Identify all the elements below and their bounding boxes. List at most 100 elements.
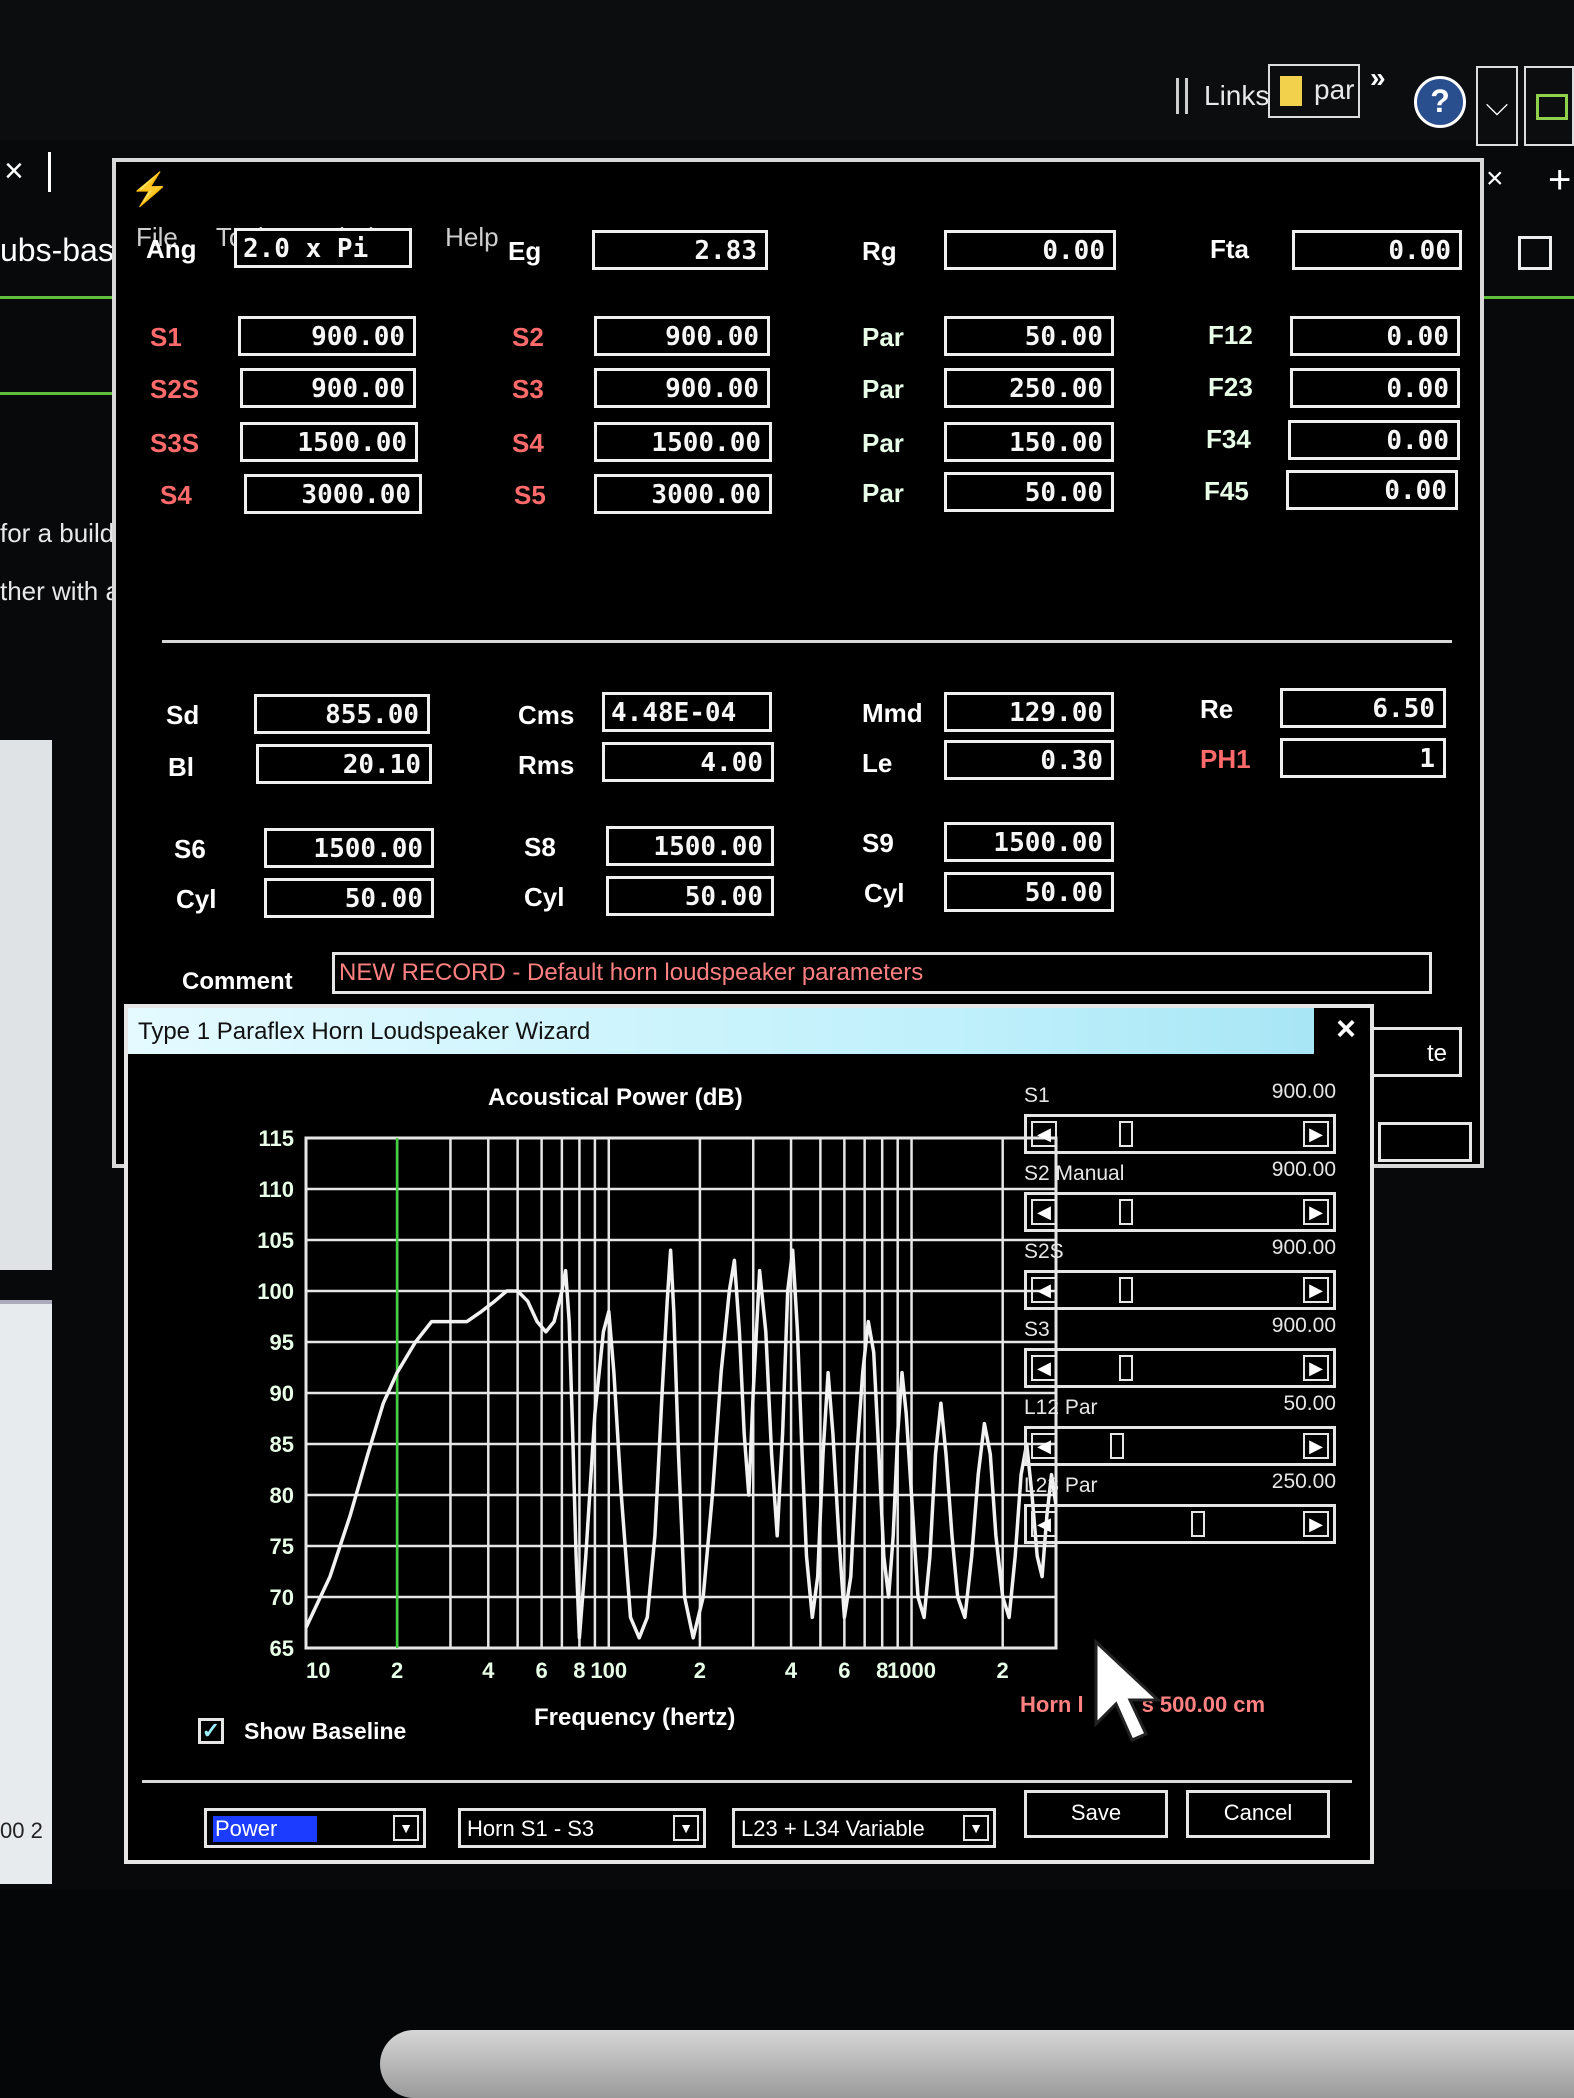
field-bl[interactable]: 20.10 <box>256 744 432 784</box>
x-tick-label: 8 <box>573 1658 585 1683</box>
label-par-23: Par <box>862 374 904 404</box>
field-par-45[interactable]: 50.00 <box>944 472 1114 512</box>
field-eg[interactable]: 2.83 <box>592 230 768 270</box>
field-par-23[interactable]: 250.00 <box>944 368 1114 408</box>
field-f12[interactable]: 0.00 <box>1290 316 1460 356</box>
field-f45[interactable]: 0.00 <box>1286 470 1458 510</box>
window-close-icon[interactable]: × <box>1486 162 1504 196</box>
slider-track[interactable]: ◀ ▶ <box>1024 1348 1336 1388</box>
paraflex-wizard-dialog: Type 1 Paraflex Horn Loudspeaker Wizard … <box>124 1004 1374 1864</box>
label-mmd: Mmd <box>862 698 923 728</box>
field-s4[interactable]: 1500.00 <box>594 422 772 462</box>
field-cyl-9[interactable]: 50.00 <box>944 872 1114 912</box>
slider-track[interactable]: ◀ ▶ <box>1024 1504 1336 1544</box>
field-s9[interactable]: 1500.00 <box>944 822 1114 862</box>
arrow-right-icon[interactable]: ▶ <box>1303 1511 1329 1537</box>
field-s1[interactable]: 900.00 <box>238 316 416 356</box>
slider-thumb[interactable] <box>1119 1199 1134 1225</box>
field-par-12[interactable]: 50.00 <box>944 316 1114 356</box>
arrow-right-icon[interactable]: ▶ <box>1303 1121 1329 1147</box>
field-f34[interactable]: 0.00 <box>1288 420 1460 460</box>
field-s3s[interactable]: 1500.00 <box>240 422 418 462</box>
arrow-left-icon[interactable]: ◀ <box>1031 1277 1057 1303</box>
arrow-left-icon[interactable]: ◀ <box>1031 1199 1057 1225</box>
field-le[interactable]: 0.30 <box>944 740 1114 780</box>
new-tab-icon[interactable]: + <box>1548 158 1571 203</box>
links-label: Links <box>1204 80 1270 111</box>
slider-thumb[interactable] <box>1190 1511 1205 1537</box>
label-fta: Fta <box>1210 234 1249 264</box>
slider-track[interactable]: ◀ ▶ <box>1024 1270 1336 1310</box>
field-s6[interactable]: 1500.00 <box>264 828 434 868</box>
field-f23[interactable]: 0.00 <box>1290 368 1460 408</box>
cast-icon[interactable] <box>1518 236 1552 270</box>
bookmark-par[interactable]: par <box>1268 64 1360 118</box>
dialog-titlebar[interactable]: Type 1 Paraflex Horn Loudspeaker Wizard <box>128 1008 1314 1054</box>
field-sd[interactable]: 855.00 <box>254 694 430 734</box>
dropdown-arrow-icon[interactable]: ▼ <box>963 1815 989 1841</box>
field-s5[interactable]: 3000.00 <box>594 474 772 514</box>
x-tick-label: 100 <box>590 1658 627 1683</box>
field-rg[interactable]: 0.00 <box>944 230 1116 270</box>
show-baseline-checkbox[interactable]: ✓ <box>198 1718 224 1744</box>
slider-thumb[interactable] <box>1119 1121 1134 1147</box>
chevron-down-icon[interactable]: ⌵ <box>1476 66 1518 146</box>
tab-close-icon[interactable]: × <box>4 152 24 191</box>
x-tick-label: 4 <box>785 1658 798 1683</box>
tab-title[interactable]: ubs-bass <box>0 232 130 269</box>
dropdown-arrow-icon[interactable]: ▼ <box>393 1815 419 1841</box>
arrow-right-icon[interactable]: ▶ <box>1303 1355 1329 1381</box>
slider-track[interactable]: ◀ ▶ <box>1024 1114 1336 1154</box>
arrow-right-icon[interactable]: ▶ <box>1303 1433 1329 1459</box>
cancel-button[interactable]: Cancel <box>1186 1790 1330 1838</box>
field-cyl-8[interactable]: 50.00 <box>606 876 774 916</box>
y-tick-label: 75 <box>270 1534 294 1559</box>
arrow-left-icon[interactable]: ◀ <box>1031 1511 1057 1537</box>
arrow-right-icon[interactable]: ▶ <box>1303 1199 1329 1225</box>
field-rms[interactable]: 4.00 <box>602 742 774 782</box>
close-icon[interactable]: × <box>1324 1010 1368 1050</box>
field-ph1[interactable]: 1 <box>1280 738 1446 778</box>
hidden-button-2[interactable] <box>1378 1122 1472 1162</box>
chevron-overflow-icon[interactable]: » <box>1370 62 1386 94</box>
label-s3: S3 <box>512 374 544 404</box>
dropdown-arrow-icon[interactable]: ▼ <box>673 1815 699 1841</box>
slider-track[interactable]: ◀ ▶ <box>1024 1426 1336 1466</box>
field-s4b[interactable]: 3000.00 <box>244 474 422 514</box>
field-par-34[interactable]: 150.00 <box>944 422 1114 462</box>
field-s3[interactable]: 900.00 <box>594 368 770 408</box>
slider-label: L23 Par <box>1024 1474 1098 1497</box>
variable-select[interactable]: L23 + L34 Variable ▼ <box>732 1808 996 1848</box>
field-s8[interactable]: 1500.00 <box>606 826 774 866</box>
slider-thumb[interactable] <box>1119 1277 1134 1303</box>
field-s2s[interactable]: 900.00 <box>240 368 416 408</box>
arrow-left-icon[interactable]: ◀ <box>1031 1433 1057 1459</box>
field-re[interactable]: 6.50 <box>1280 688 1446 728</box>
slider-track[interactable]: ◀ ▶ <box>1024 1192 1336 1232</box>
arrow-left-icon[interactable]: ◀ <box>1031 1121 1057 1147</box>
comment-input[interactable]: NEW RECORD - Default horn loudspeaker pa… <box>332 952 1432 994</box>
menu-help[interactable]: Help <box>445 222 498 253</box>
horn-section-select[interactable]: Horn S1 - S3 ▼ <box>458 1808 706 1848</box>
field-ang[interactable]: 2.0 x Pi <box>234 228 412 268</box>
y-tick-label: 65 <box>270 1636 294 1661</box>
slider-thumb[interactable] <box>1119 1355 1134 1381</box>
plot-type-select[interactable]: Power ▼ <box>204 1808 426 1848</box>
field-mmd[interactable]: 129.00 <box>944 692 1114 732</box>
field-cms[interactable]: 4.48E-04 <box>602 692 772 732</box>
y-tick-label: 70 <box>270 1585 294 1610</box>
arrow-left-icon[interactable]: ◀ <box>1031 1355 1057 1381</box>
y-tick-label: 85 <box>270 1432 294 1457</box>
save-button[interactable]: Save <box>1024 1790 1168 1838</box>
field-fta[interactable]: 0.00 <box>1292 230 1462 270</box>
show-baseline-label: Show Baseline <box>244 1718 407 1744</box>
help-icon[interactable]: ? <box>1414 76 1466 128</box>
x-tick-label: 2 <box>391 1658 403 1683</box>
field-s2[interactable]: 900.00 <box>594 316 770 356</box>
slider-label: S2S <box>1024 1240 1064 1263</box>
arrow-right-icon[interactable]: ▶ <box>1303 1277 1329 1303</box>
slider-thumb[interactable] <box>1110 1433 1125 1459</box>
field-cyl-6[interactable]: 50.00 <box>264 878 434 918</box>
tray-icon[interactable] <box>1524 66 1574 146</box>
label-cyl-9: Cyl <box>864 878 905 908</box>
